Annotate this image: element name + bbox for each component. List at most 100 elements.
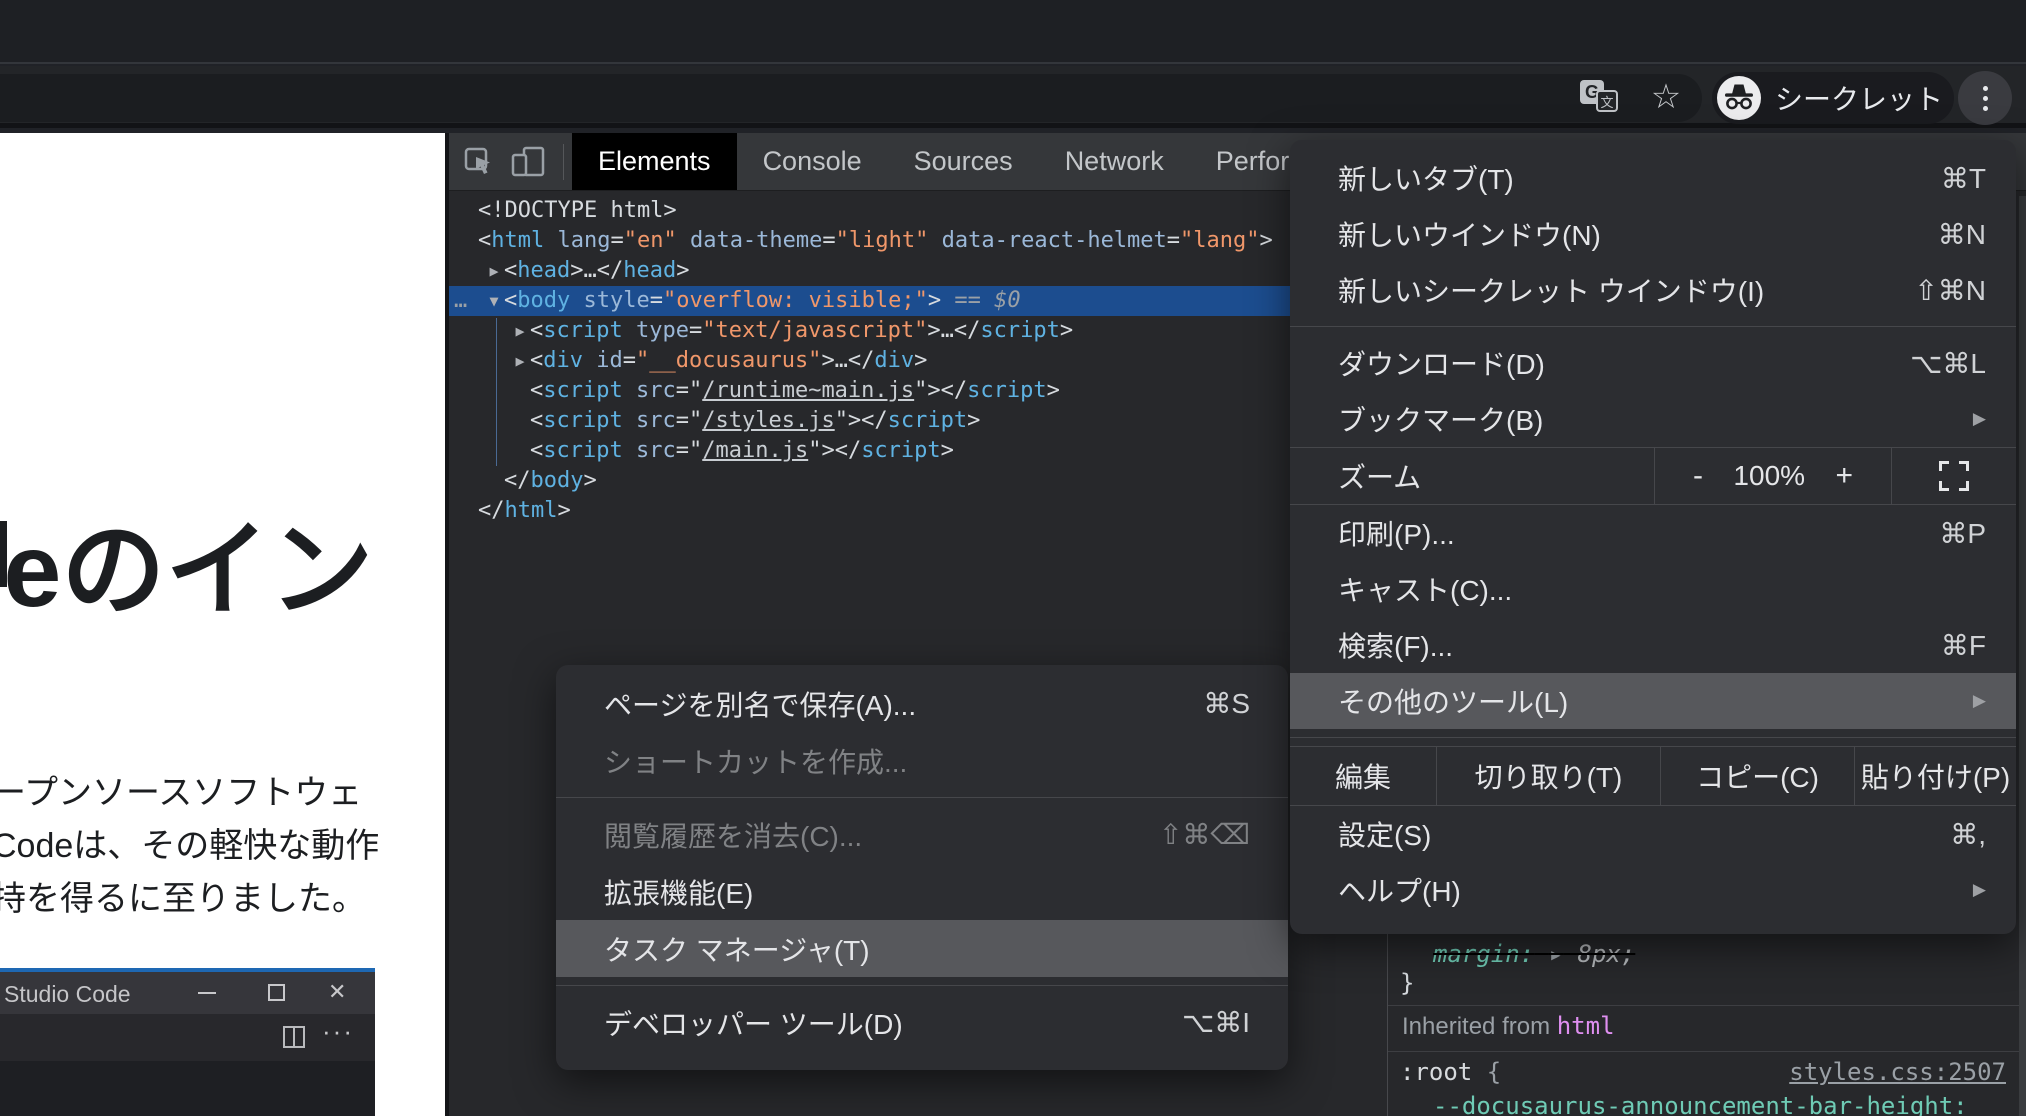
chrome-menu-item-new-window[interactable]: 新しいウインドウ(N)⌘N	[1290, 206, 2016, 262]
code-line[interactable]: <script src="/runtime~main.js"></script>	[449, 376, 1383, 406]
incognito-label: シークレット	[1775, 78, 1943, 118]
shorthand-expand-icon: ▸	[1549, 940, 1563, 968]
devtools-tab-console[interactable]: Console	[737, 133, 888, 190]
expand-icon[interactable]: ▶	[484, 256, 504, 286]
chrome-menu-item-cut[interactable]: 切り取り(T)	[1437, 747, 1661, 805]
section-divider	[1388, 1051, 2026, 1052]
shortcut-label: ⇧⌘N	[1914, 274, 1986, 307]
stylesheet-source-link[interactable]: styles.css:2507	[1789, 1058, 2006, 1086]
code-line[interactable]: </html>	[449, 496, 1383, 526]
browser-window: G 文 ☆ シークレット deのイン ープンソースソフトウェ Codeは、その軽…	[0, 0, 2026, 1116]
css-rule-header: :root { styles.css:2507	[1400, 1058, 2020, 1086]
element-options-icon[interactable]: …	[454, 286, 468, 316]
edit-label: 編集	[1290, 747, 1437, 805]
inherited-from-header: Inherited from html	[1402, 1012, 1615, 1041]
chrome-menu-item-print[interactable]: 印刷(P)...⌘P	[1290, 505, 2016, 561]
submenu-arrow-icon: ▶	[1973, 409, 1986, 429]
address-bar[interactable]	[0, 74, 1702, 122]
more-tools-submenu: ページを別名で保存(A)...⌘Sショートカットを作成... 閲覧履歴を消去(C)…	[556, 665, 1288, 1070]
chrome-menu-item-downloads[interactable]: ダウンロード(D)⌥⌘L	[1290, 335, 2016, 391]
rule-closing-brace: }	[1400, 969, 1414, 997]
shortcut-label: ⌘P	[1939, 517, 1986, 550]
vscode-titlebar: Studio Code ✕	[0, 972, 375, 1014]
paragraph-line: Codeは、その軽快な動作	[0, 820, 379, 873]
context-menu-item-save-page-as[interactable]: ページを別名で保存(A)...⌘S	[556, 675, 1288, 732]
chrome-menu-item-copy[interactable]: コピー(C)	[1661, 747, 1855, 805]
context-menu-item-clear-browsing-data: 閲覧履歴を消去(C)...⇧⌘⌫	[556, 806, 1288, 863]
chrome-menu-item-more-tools[interactable]: その他のツール(L)▶	[1290, 673, 2016, 729]
zoom-in-button[interactable]: +	[1835, 459, 1853, 493]
device-toolbar-icon[interactable]	[511, 146, 547, 178]
chrome-menu-item-settings[interactable]: 設定(S)⌘,	[1290, 806, 2016, 862]
fullscreen-button[interactable]	[1892, 448, 2016, 504]
browser-menu-button[interactable]	[1958, 71, 2012, 125]
code-line[interactable]: <!DOCTYPE html>	[449, 196, 1383, 226]
minimize-icon	[198, 992, 216, 994]
expand-icon[interactable]: ▶	[510, 346, 530, 376]
elements-tree: <!DOCTYPE html><html lang="en" data-them…	[449, 196, 1383, 526]
inherited-selector-link[interactable]: html	[1557, 1012, 1615, 1040]
shortcut-label: ⌘T	[1941, 162, 1986, 195]
context-menu-item-create-shortcut: ショートカットを作成...	[556, 732, 1288, 789]
shortcut-label: ⌘,	[1950, 818, 1986, 851]
devtools-tab-elements[interactable]: Elements	[572, 133, 737, 190]
chrome-menu-item-cast[interactable]: キャスト(C)...	[1290, 561, 2016, 617]
devtools-tab-sources[interactable]: Sources	[888, 133, 1039, 190]
chrome-menu-item-zoom: ズーム -100%+	[1290, 447, 2016, 505]
translate-icon[interactable]: G 文	[1578, 76, 1624, 118]
code-line[interactable]: ▶<script type="text/javascript">…</scrip…	[449, 316, 1383, 346]
more-actions-icon: ···	[322, 1016, 354, 1047]
menu-separator	[1290, 737, 2016, 738]
shortcut-label: ⌘N	[1938, 218, 1986, 251]
expand-icon[interactable]: ▶	[510, 316, 530, 346]
paragraph-line: 持を得るに至りました。	[0, 873, 379, 926]
shortcut-label: ⌥⌘I	[1182, 1006, 1250, 1039]
inspect-element-icon[interactable]	[463, 146, 495, 178]
menu-separator	[556, 985, 1288, 986]
chrome-menu-item-edit: 編集切り取り(T)コピー(C)貼り付け(P)	[1290, 746, 2016, 806]
vscode-screenshot: Studio Code ✕ ··· s avaScript, Python, P…	[0, 968, 375, 1116]
shortcut-label: ⇧⌘⌫	[1159, 818, 1250, 851]
css-custom-property[interactable]: --docusaurus-announcement-bar-height:	[1433, 1092, 1968, 1116]
chrome-menu-item-new-incognito-window[interactable]: 新しいシークレット ウインドウ(I)⇧⌘N	[1290, 262, 2016, 318]
devtools-tab-network[interactable]: Network	[1039, 133, 1190, 190]
overridden-css-property[interactable]: margin: ▸ 8px;	[1433, 940, 1635, 968]
close-icon: ✕	[328, 979, 346, 1005]
shortcut-label: ⌥⌘L	[1910, 347, 1986, 380]
zoom-out-button[interactable]: -	[1693, 459, 1703, 493]
code-line[interactable]: <html lang="en" data-theme="light" data-…	[449, 226, 1383, 256]
section-divider	[1388, 1005, 2026, 1006]
menu-separator	[1290, 326, 2016, 327]
styles-pane-scrollbar[interactable]	[2019, 196, 2026, 1116]
vscode-title: Studio Code	[4, 981, 131, 1008]
bookmark-star-icon[interactable]: ☆	[1644, 66, 1688, 128]
split-editor-icon	[283, 1026, 305, 1048]
chrome-menu-item-find[interactable]: 検索(F)...⌘F	[1290, 617, 2016, 673]
tab-strip	[0, 0, 2026, 64]
chrome-menu-item-new-tab[interactable]: 新しいタブ(T)⌘T	[1290, 150, 2016, 206]
code-line[interactable]: ▶<head>…</head>	[449, 256, 1383, 286]
indent-guide	[496, 318, 497, 466]
code-line[interactable]: ▶<div id="__docusaurus">…</div>	[449, 346, 1383, 376]
shortcut-label: ⌘F	[1941, 629, 1986, 662]
menu-separator	[556, 797, 1288, 798]
fullscreen-icon	[1939, 461, 1969, 491]
chrome-menu-item-paste[interactable]: 貼り付け(P)	[1855, 747, 2016, 805]
zoom-label: ズーム	[1338, 456, 1421, 496]
context-menu-item-task-manager[interactable]: タスク マネージャ(T)	[556, 920, 1288, 977]
vscode-toolbar: ···	[0, 1014, 375, 1061]
submenu-arrow-icon: ▶	[1973, 880, 1986, 900]
selected-code-line[interactable]: …▼<body style="overflow: visible;"> == $…	[449, 286, 1383, 316]
incognito-badge: シークレット	[1712, 72, 1954, 124]
collapse-icon[interactable]: ▼	[484, 286, 504, 316]
context-menu-item-extensions[interactable]: 拡張機能(E)	[556, 863, 1288, 920]
context-menu-item-developer-tools[interactable]: デベロッパー ツール(D)⌥⌘I	[556, 994, 1288, 1051]
shortcut-label: ⌘S	[1203, 687, 1250, 720]
chrome-menu-item-bookmarks[interactable]: ブックマーク(B)▶	[1290, 391, 2016, 447]
zoom-level: 100%	[1703, 460, 1835, 492]
chrome-menu-item-help[interactable]: ヘルプ(H)▶	[1290, 862, 2016, 918]
submenu-arrow-icon: ▶	[1973, 691, 1986, 711]
code-line[interactable]: </body>	[449, 466, 1383, 496]
code-line[interactable]: <script src="/styles.js"></script>	[449, 406, 1383, 436]
code-line[interactable]: <script src="/main.js"></script>	[449, 436, 1383, 466]
